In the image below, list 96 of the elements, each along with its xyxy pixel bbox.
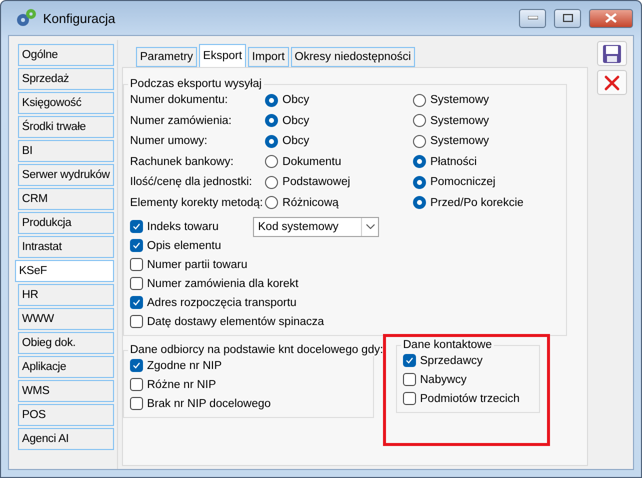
checkbox-label: Datę dostawy elementów spinacza (147, 316, 324, 328)
window-title: Konfiguracja (43, 10, 116, 26)
checkbox-label: Numer partii towaru (147, 258, 248, 270)
radio-button[interactable] (413, 134, 426, 148)
radio-label: Dokumentu (282, 156, 342, 168)
radio-label: Płatności (430, 156, 477, 168)
checkbox-label: Brak nr NIP docelowego (147, 398, 271, 410)
checkbox[interactable] (130, 378, 143, 391)
cancel-button[interactable] (597, 70, 627, 95)
checkbox[interactable] (130, 315, 143, 328)
close-icon (603, 74, 621, 92)
radio-label: Systemowy (430, 135, 489, 148)
radio-label: Systemowy (430, 94, 489, 106)
radio-button[interactable] (265, 134, 278, 148)
checkbox[interactable] (130, 397, 143, 410)
radio-button[interactable] (413, 94, 426, 107)
checkbox[interactable] (130, 296, 143, 309)
sidebar-item[interactable]: Księgowość (18, 92, 114, 114)
checkbox-label: Indeks towaru (147, 220, 220, 232)
sidebar-item[interactable]: HR (18, 284, 114, 306)
option-label: Rachunek bankowy: (130, 156, 235, 168)
sidebar-item[interactable]: CRM (18, 188, 114, 210)
sidebar-item[interactable]: BI (18, 140, 114, 162)
sidebar-item[interactable]: Agenci AI (18, 428, 114, 450)
close-icon (605, 13, 617, 23)
checkbox[interactable] (130, 220, 143, 233)
radio-label: Różnicową (282, 196, 339, 209)
group-title: Podczas eksportu wysyłaj (129, 78, 263, 90)
radio-label: Przed/Po korekcie (430, 196, 524, 209)
checkbox[interactable] (403, 373, 416, 386)
minimize-icon (528, 16, 538, 20)
option-label: Ilość/cenę dla jednostki: (130, 176, 254, 188)
radio-button[interactable] (413, 114, 426, 128)
radio-button[interactable] (265, 176, 278, 189)
group-title: Dane odbiorcy na podstawie knt docelowego gdy: (129, 344, 384, 356)
checkbox[interactable] (130, 239, 143, 252)
sidebar-item[interactable]: Ogólne (18, 44, 114, 66)
checkbox[interactable] (130, 258, 143, 271)
maximize-button[interactable] (554, 8, 581, 28)
check-icon (132, 298, 141, 307)
radio-button[interactable] (413, 176, 426, 189)
sidebar-item[interactable]: WMS (18, 380, 114, 402)
sidebar-item[interactable]: Środki trwałe (18, 116, 114, 138)
radio-label: Obcy (282, 94, 310, 106)
checkbox[interactable] (130, 359, 143, 372)
maximize-icon (562, 14, 572, 22)
radio-button[interactable] (265, 114, 278, 128)
sidebar-item[interactable]: Intrastat (18, 236, 114, 258)
tab[interactable]: Import (248, 47, 289, 67)
tab[interactable]: Parametry (136, 47, 198, 67)
checkbox[interactable] (403, 354, 416, 367)
option-label: Numer zamówienia: (130, 114, 233, 127)
radio-button[interactable] (265, 94, 278, 107)
checkbox[interactable] (403, 392, 416, 405)
gears-icon (15, 8, 37, 28)
check-icon (132, 222, 141, 231)
sidebar-item[interactable]: Aplikacje (18, 356, 114, 378)
sidebar-item[interactable]: POS (18, 404, 114, 426)
sidebar-item[interactable]: Sprzedaż (18, 68, 114, 90)
option-label: Elementy korekty metodą: (130, 196, 264, 209)
radio-label: Podstawowej (282, 176, 350, 188)
radio-button[interactable] (413, 155, 426, 168)
checkbox-label: Nabywcy (420, 374, 467, 386)
checkbox-label: Opis elementu (147, 240, 222, 252)
checkbox[interactable] (130, 277, 143, 290)
sidebar-item[interactable]: KSeF (15, 260, 114, 282)
radio-button[interactable] (265, 196, 278, 210)
dropdown[interactable]: Kod systemowy (253, 216, 379, 236)
checkbox-label: Zgodne nr NIP (147, 360, 222, 372)
tab[interactable]: Eksport (199, 44, 246, 67)
sidebar-item[interactable]: Serwer wydruków (18, 164, 114, 186)
radio-button[interactable] (265, 155, 278, 168)
radio-label: Obcy (282, 114, 310, 127)
checkbox-label: Adres rozpoczęcia transportu (147, 296, 297, 308)
sidebar-item[interactable]: WWW (18, 308, 114, 330)
group-title: Dane kontaktowe (402, 339, 493, 351)
checkbox-label: Podmiotów trzecich (420, 392, 520, 404)
option-label: Numer dokumentu: (130, 94, 229, 106)
caret-icon (366, 224, 374, 229)
radio-label: Systemowy (430, 114, 489, 127)
radio-button[interactable] (413, 196, 426, 210)
save-button[interactable] (597, 41, 627, 66)
radio-label: Pomocniczej (430, 176, 496, 188)
minimize-button[interactable] (519, 8, 546, 28)
sidebar-item[interactable]: Produkcja (18, 212, 114, 234)
tab[interactable]: Okresy niedostępności (290, 47, 415, 67)
check-icon (132, 361, 141, 370)
option-label: Numer umowy: (130, 135, 208, 148)
sidebar-item[interactable]: Obieg dok. (18, 332, 114, 354)
checkbox-label: Numer zamówienia dla korekt (147, 278, 298, 290)
checkbox-label: Sprzedawcy (420, 354, 483, 366)
radio-label: Obcy (282, 135, 310, 148)
check-icon (132, 241, 141, 250)
check-icon (405, 356, 414, 365)
checkbox-label: Różne nr NIP (147, 378, 216, 390)
close-button[interactable] (589, 8, 633, 28)
